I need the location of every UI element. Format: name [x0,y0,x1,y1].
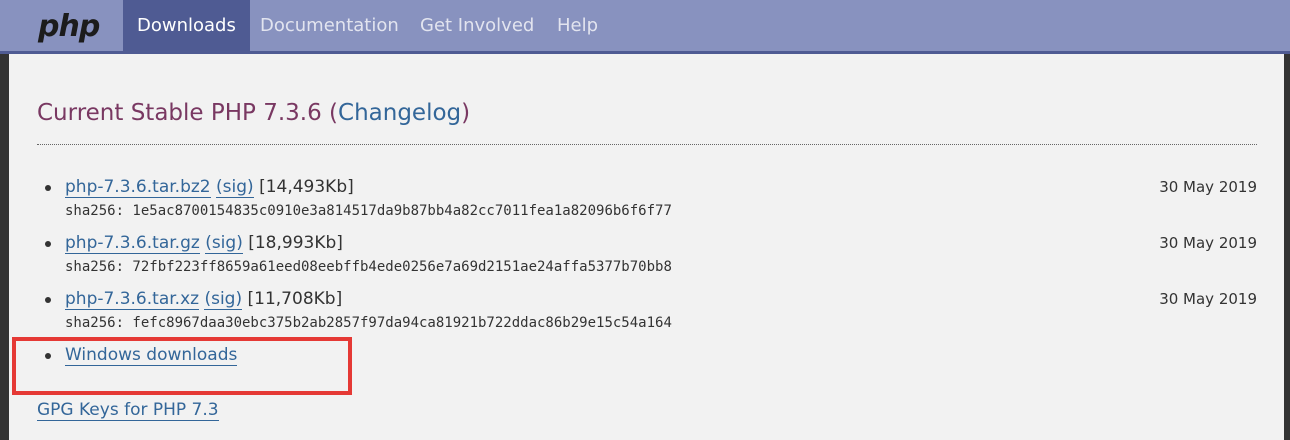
release-date: 30 May 2019 [1159,234,1257,252]
bullet [45,185,51,191]
heading-text: Current Stable PHP 7.3.6 ( [37,100,339,126]
file-link-bz2[interactable]: php-7.3.6.tar.bz2 [65,177,211,198]
top-navbar: php Downloads Documentation Get Involved… [0,0,1290,54]
bullet [45,297,51,303]
file-size: [14,493Kb] [259,177,354,197]
nav-help[interactable]: Help [543,0,612,51]
sig-link[interactable]: (sig) [204,289,243,310]
file-line: php-7.3.6.tar.bz2 (sig) [14,493Kb] [65,174,354,200]
release-date: 30 May 2019 [1159,178,1257,196]
file-link-gz[interactable]: php-7.3.6.tar.gz [65,233,200,254]
release-date: 30 May 2019 [1159,290,1257,308]
heading-divider [37,144,1257,145]
changelog-link[interactable]: Changelog [338,100,461,126]
gpg-keys-link[interactable]: GPG Keys for PHP 7.3 [37,400,219,421]
gpg-keys: GPG Keys for PHP 7.3 [37,400,219,421]
sig-link[interactable]: (sig) [205,233,243,254]
file-line: php-7.3.6.tar.gz (sig) [18,993Kb] [65,230,343,256]
file-size: [18,993Kb] [248,233,343,253]
download-item: php-7.3.6.tar.bz2 (sig) [14,493Kb] 30 Ma… [9,174,1284,230]
sha256-hash: sha256: fefc8967daa30ebc375b2ab2857f97da… [65,315,672,331]
left-frame-border [0,54,9,440]
release-heading: Current Stable PHP 7.3.6 (Changelog) [37,100,470,126]
download-item: php-7.3.6.tar.gz (sig) [18,993Kb] 30 May… [9,230,1284,286]
sha256-hash: sha256: 72fbf223ff8659a61eed08eebffb4ede… [65,259,672,275]
sig-link[interactable]: (sig) [216,177,254,198]
heading-suffix: ) [461,100,471,126]
nav-downloads[interactable]: Downloads [123,0,250,51]
file-link-xz[interactable]: php-7.3.6.tar.xz [65,289,200,310]
right-frame-border [1284,54,1290,440]
main-content: Current Stable PHP 7.3.6 (Changelog) php… [9,54,1284,440]
sha256-hash: sha256: 1e5ac8700154835c0910e3a814517da9… [65,203,672,219]
download-item: php-7.3.6.tar.xz (sig) [11,708Kb] 30 May… [9,286,1284,342]
php-logo[interactable]: php [38,9,100,44]
file-line: php-7.3.6.tar.xz (sig) [11,708Kb] [65,286,342,312]
bullet [45,241,51,247]
nav-documentation[interactable]: Documentation [246,0,413,51]
nav-get-involved[interactable]: Get Involved [406,0,548,51]
file-size: [11,708Kb] [247,289,343,309]
highlight-box [12,337,352,395]
